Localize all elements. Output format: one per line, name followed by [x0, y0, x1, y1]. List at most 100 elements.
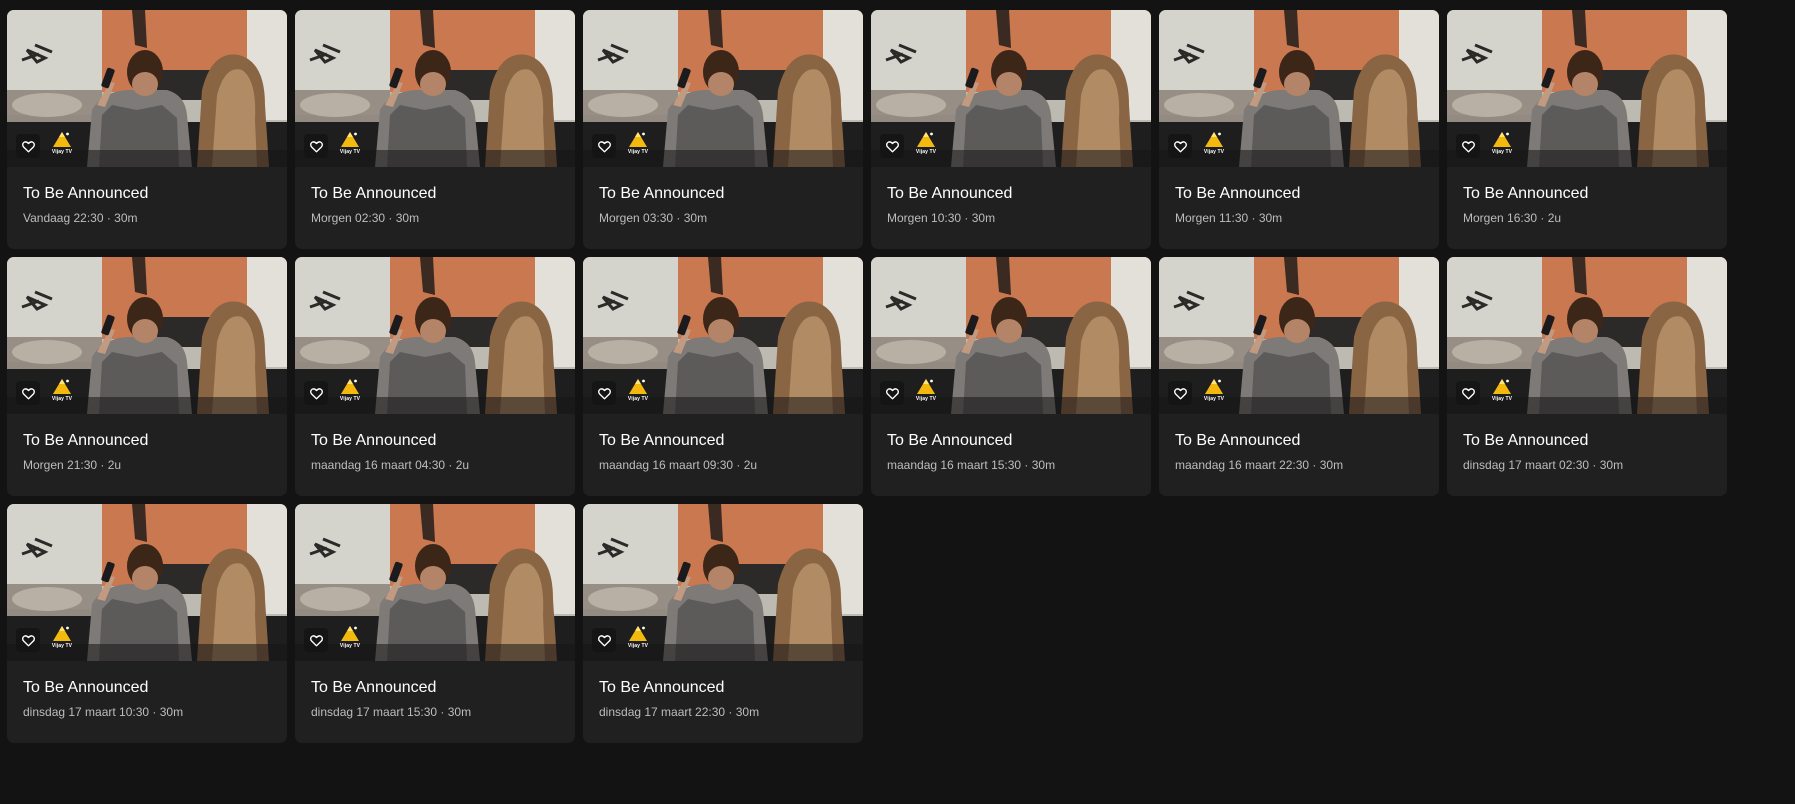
- channel-logo-icon: [53, 132, 71, 147]
- program-time-duration: Morgen 10:30 · 30m: [887, 211, 996, 225]
- heart-icon: [885, 387, 899, 399]
- program-thumbnail: Vijay TV: [295, 257, 575, 414]
- program-thumbnail: Vijay TV: [295, 10, 575, 167]
- program-card[interactable]: Vijay TV To Be Announced maandag 16 maar…: [583, 257, 863, 496]
- favorite-button[interactable]: [1456, 134, 1480, 158]
- program-thumbnail: Vijay TV: [871, 10, 1151, 167]
- program-title: To Be Announced: [1175, 185, 1301, 202]
- program-thumbnail: Vijay TV: [583, 10, 863, 167]
- program-card[interactable]: Vijay TV To Be Announced dinsdag 17 maar…: [583, 504, 863, 743]
- channel-logo-icon: [341, 626, 359, 641]
- channel-logo-icon: [629, 132, 647, 147]
- channel-logo-icon: [53, 626, 71, 641]
- favorite-button[interactable]: [16, 628, 40, 652]
- program-time-duration: Morgen 03:30 · 30m: [599, 211, 708, 225]
- channel-name: Vijay TV: [627, 396, 649, 402]
- program-card[interactable]: Vijay TV To Be Announced dinsdag 17 maar…: [7, 504, 287, 743]
- channel-name: Vijay TV: [339, 149, 361, 155]
- program-card[interactable]: Vijay TV To Be Announced maandag 16 maar…: [295, 257, 575, 496]
- program-time-duration: maandag 16 maart 09:30 · 2u: [599, 458, 758, 472]
- channel-name: Vijay TV: [627, 149, 649, 155]
- favorite-button[interactable]: [1456, 381, 1480, 405]
- channel-logo-icon: [917, 132, 935, 147]
- program-time-duration: maandag 16 maart 22:30 · 30m: [1175, 458, 1344, 472]
- channel-name: Vijay TV: [1491, 149, 1513, 155]
- favorite-button[interactable]: [304, 134, 328, 158]
- channel-name: Vijay TV: [915, 396, 937, 402]
- program-thumbnail: Vijay TV: [7, 504, 287, 661]
- channel-logo: Vijay TV: [1199, 131, 1229, 161]
- channel-logo: Vijay TV: [623, 625, 653, 655]
- heart-icon: [1461, 387, 1475, 399]
- program-time-duration: Vandaag 22:30 · 30m: [23, 211, 138, 225]
- favorite-button[interactable]: [880, 134, 904, 158]
- heart-icon: [885, 140, 899, 152]
- program-time-duration: dinsdag 17 maart 02:30 · 30m: [1463, 458, 1624, 472]
- program-card[interactable]: Vijay TV To Be Announced Morgen 11:30 · …: [1159, 10, 1439, 249]
- program-card[interactable]: Vijay TV To Be Announced maandag 16 maar…: [1159, 257, 1439, 496]
- channel-name: Vijay TV: [51, 396, 73, 402]
- channel-name: Vijay TV: [1203, 149, 1225, 155]
- program-thumbnail: Vijay TV: [583, 257, 863, 414]
- channel-logo-icon: [1205, 132, 1223, 147]
- program-thumbnail: Vijay TV: [1447, 10, 1727, 167]
- heart-icon: [309, 140, 323, 152]
- channel-logo-icon: [917, 379, 935, 394]
- program-time-duration: maandag 16 maart 15:30 · 30m: [887, 458, 1056, 472]
- channel-name: Vijay TV: [51, 643, 73, 649]
- program-card[interactable]: Vijay TV To Be Announced Morgen 16:30 · …: [1447, 10, 1727, 249]
- channel-logo-icon: [53, 379, 71, 394]
- heart-icon: [21, 140, 35, 152]
- program-card[interactable]: Vijay TV To Be Announced Morgen 03:30 · …: [583, 10, 863, 249]
- program-card[interactable]: Vijay TV To Be Announced maandag 16 maar…: [871, 257, 1151, 496]
- program-card[interactable]: Vijay TV To Be Announced Morgen 02:30 · …: [295, 10, 575, 249]
- heart-icon: [597, 140, 611, 152]
- program-card[interactable]: Vijay TV To Be Announced dinsdag 17 maar…: [1447, 257, 1727, 496]
- program-grid: Vijay TV To Be Announced Vandaag 22:30 ·…: [7, 10, 1727, 743]
- channel-logo: Vijay TV: [47, 378, 77, 408]
- program-time-duration: Morgen 21:30 · 2u: [23, 458, 122, 472]
- heart-icon: [597, 634, 611, 646]
- program-card[interactable]: Vijay TV To Be Announced Vandaag 22:30 ·…: [7, 10, 287, 249]
- channel-logo: Vijay TV: [1487, 378, 1517, 408]
- heart-icon: [597, 387, 611, 399]
- channel-name: Vijay TV: [627, 643, 649, 649]
- program-title: To Be Announced: [599, 432, 725, 449]
- favorite-button[interactable]: [592, 628, 616, 652]
- program-card[interactable]: Vijay TV To Be Announced Morgen 21:30 · …: [7, 257, 287, 496]
- channel-name: Vijay TV: [915, 149, 937, 155]
- program-title: To Be Announced: [23, 432, 149, 449]
- favorite-button[interactable]: [304, 628, 328, 652]
- program-card[interactable]: Vijay TV To Be Announced dinsdag 17 maar…: [295, 504, 575, 743]
- channel-logo: Vijay TV: [1199, 378, 1229, 408]
- favorite-button[interactable]: [592, 381, 616, 405]
- channel-logo: Vijay TV: [911, 131, 941, 161]
- favorite-button[interactable]: [1168, 381, 1192, 405]
- channel-logo: Vijay TV: [1487, 131, 1517, 161]
- channel-logo-icon: [629, 379, 647, 394]
- program-title: To Be Announced: [1463, 185, 1589, 202]
- favorite-button[interactable]: [16, 134, 40, 158]
- program-time-duration: dinsdag 17 maart 22:30 · 30m: [599, 705, 760, 719]
- channel-logo: Vijay TV: [911, 378, 941, 408]
- program-time-duration: dinsdag 17 maart 10:30 · 30m: [23, 705, 184, 719]
- heart-icon: [1173, 140, 1187, 152]
- program-time-duration: Morgen 02:30 · 30m: [311, 211, 420, 225]
- channel-name: Vijay TV: [1203, 396, 1225, 402]
- program-thumbnail: Vijay TV: [7, 10, 287, 167]
- heart-icon: [21, 387, 35, 399]
- favorite-button[interactable]: [304, 381, 328, 405]
- channel-logo-icon: [341, 379, 359, 394]
- channel-logo-icon: [1493, 379, 1511, 394]
- favorite-button[interactable]: [880, 381, 904, 405]
- channel-name: Vijay TV: [51, 149, 73, 155]
- favorite-button[interactable]: [16, 381, 40, 405]
- program-title: To Be Announced: [1463, 432, 1589, 449]
- channel-logo: Vijay TV: [623, 378, 653, 408]
- program-title: To Be Announced: [311, 185, 437, 202]
- program-card[interactable]: Vijay TV To Be Announced Morgen 10:30 · …: [871, 10, 1151, 249]
- channel-logo: Vijay TV: [623, 131, 653, 161]
- favorite-button[interactable]: [592, 134, 616, 158]
- favorite-button[interactable]: [1168, 134, 1192, 158]
- heart-icon: [1173, 387, 1187, 399]
